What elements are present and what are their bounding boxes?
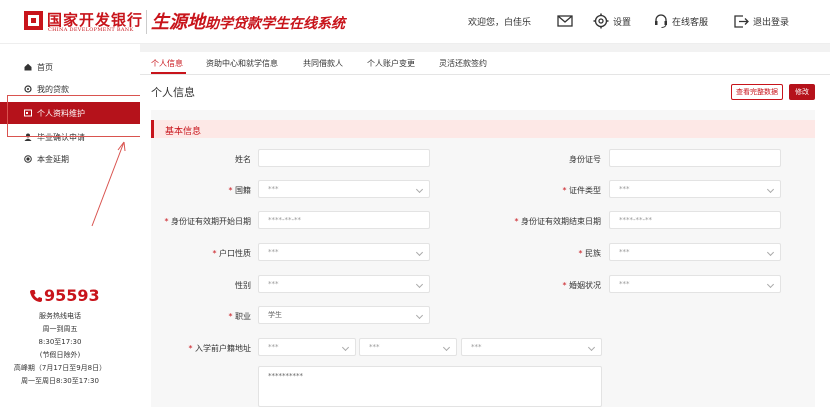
chevron-down-icon — [415, 185, 424, 194]
tab-aid-center[interactable]: 资助中心和就学信息 — [206, 58, 278, 69]
id-start-date-field[interactable]: ****-**-** — [258, 211, 430, 229]
gender-value: *** — [268, 280, 279, 288]
hotline-peak: 高峰期（7月17日至9月8日） — [13, 364, 107, 372]
section-title: 基本信息 — [165, 127, 202, 137]
id-number-field[interactable] — [609, 149, 781, 167]
address-province-select[interactable]: *** — [258, 338, 356, 356]
id-start-label: * 身份证有效期开始日期 — [164, 217, 251, 226]
occupation-label: * 职业 — [228, 312, 251, 321]
address-city-select[interactable]: *** — [359, 338, 457, 356]
ethnicity-label: * 民族 — [578, 249, 601, 258]
occupation-label-text: 职业 — [235, 312, 251, 321]
id-number-label: 身份证号 — [530, 154, 601, 165]
address-detail-value: ********** — [268, 372, 303, 380]
cert-type-value: *** — [619, 185, 630, 193]
nationality-label-text: 国籍 — [235, 186, 251, 195]
chevron-down-icon — [587, 343, 596, 352]
address-label-text: 入学前户籍地址 — [195, 344, 251, 353]
chevron-down-icon — [766, 248, 775, 257]
hotline-peak-hours: 周一至周日8:30至17:30 — [21, 377, 99, 385]
chevron-down-icon — [415, 248, 424, 257]
id-end-label: * 身份证有效期结束日期 — [514, 217, 601, 226]
occupation-select[interactable]: 学生 — [258, 306, 430, 324]
address-district-select[interactable]: *** — [461, 338, 602, 356]
marital-select[interactable]: *** — [609, 275, 781, 293]
id-number-label-text: 身份证号 — [569, 155, 601, 164]
address-city-value: *** — [369, 343, 380, 351]
id-start-value: ****-**-** — [268, 216, 302, 224]
cert-type-select[interactable]: *** — [609, 180, 781, 198]
hotline-holiday: (节假日除外) — [39, 351, 81, 359]
section-basic-info: 基本信息 — [151, 120, 815, 138]
phone-icon — [30, 290, 42, 302]
ethnicity-label-text: 民族 — [585, 249, 601, 258]
gender-label: 性别 — [180, 280, 251, 291]
marital-label: * 婚姻状况 — [562, 281, 601, 290]
section-accent-bar — [151, 120, 154, 138]
chevron-down-icon — [766, 185, 775, 194]
hukou-label: * 户口性质 — [212, 249, 251, 258]
hotline-title: 服务热线电话 — [39, 312, 81, 320]
chevron-down-icon — [442, 343, 451, 352]
hotline-hours: 8:30至17:30 — [38, 338, 82, 346]
chevron-down-icon — [341, 343, 350, 352]
tab-personal-info[interactable]: 个人信息 — [151, 58, 183, 69]
nationality-select[interactable]: *** — [258, 180, 430, 198]
hotline-days: 周一到周五 — [42, 325, 78, 333]
tab-account-change[interactable]: 个人账户变更 — [367, 58, 415, 69]
cert-type-label-text: 证件类型 — [569, 186, 601, 195]
hukou-select[interactable]: *** — [258, 243, 430, 261]
hukou-label-text: 户口性质 — [219, 249, 251, 258]
tab-co-borrower[interactable]: 共同借款人 — [303, 58, 343, 69]
chevron-down-icon — [766, 280, 775, 289]
name-label-text: 姓名 — [235, 155, 251, 164]
address-detail-field[interactable]: ********** — [258, 366, 602, 407]
id-end-label-text: 身份证有效期结束日期 — [521, 217, 601, 226]
id-end-value: ****-**-** — [619, 216, 653, 224]
chevron-down-icon — [415, 280, 424, 289]
id-end-date-field[interactable]: ****-**-** — [609, 211, 781, 229]
tab-flexible-repayment[interactable]: 灵活还款签约 — [439, 58, 487, 69]
hukou-value: *** — [268, 248, 279, 256]
id-start-label-text: 身份证有效期开始日期 — [171, 217, 251, 226]
occupation-value: 学生 — [268, 311, 282, 319]
ethnicity-select[interactable]: *** — [609, 243, 781, 261]
marital-label-text: 婚姻状况 — [569, 281, 601, 290]
cert-type-label: * 证件类型 — [562, 186, 601, 195]
gender-label-text: 性别 — [235, 281, 251, 290]
chevron-down-icon — [415, 311, 424, 320]
address-district-value: *** — [471, 343, 482, 351]
name-field[interactable] — [258, 149, 430, 167]
view-full-data-button[interactable]: 查看完整数据 — [731, 84, 783, 100]
edit-button[interactable]: 修改 — [789, 84, 815, 100]
ethnicity-value: *** — [619, 248, 630, 256]
address-label: * 入学前户籍地址 — [188, 344, 251, 353]
gender-select[interactable]: *** — [258, 275, 430, 293]
nationality-label: * 国籍 — [228, 186, 251, 195]
page-title: 个人信息 — [151, 86, 195, 99]
name-label: 姓名 — [180, 154, 251, 165]
hotline-number: 95593 — [44, 286, 100, 305]
address-province-value: *** — [268, 343, 279, 351]
nationality-value: *** — [268, 185, 279, 193]
marital-value: *** — [619, 280, 630, 288]
